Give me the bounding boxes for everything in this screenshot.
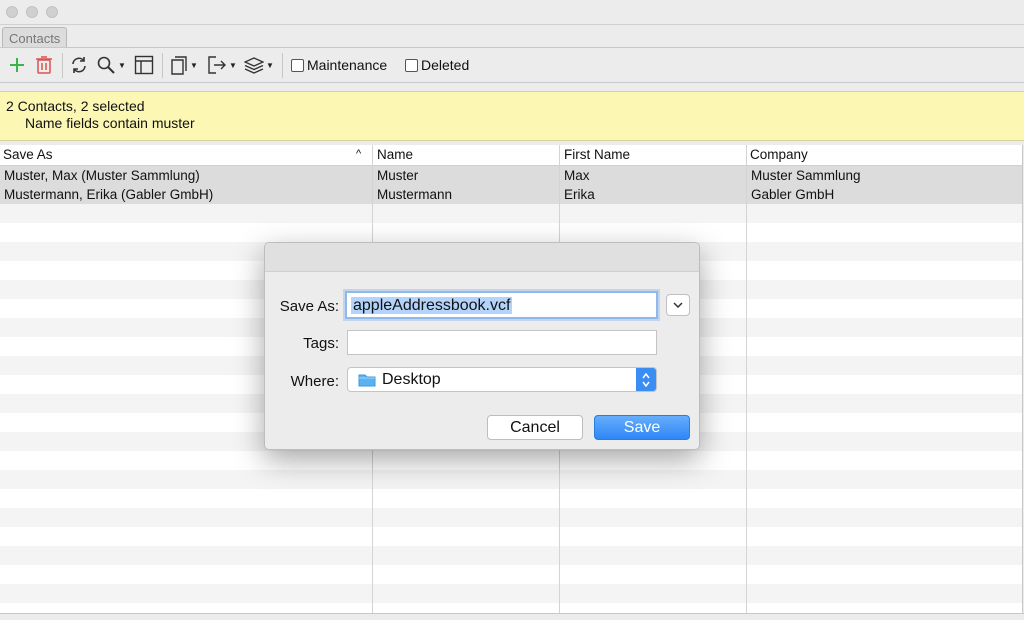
tab-strip: Contacts <box>0 25 1024 48</box>
empty-row <box>0 204 1022 223</box>
delete-contact-button[interactable] <box>35 54 53 76</box>
filename-text: appleAddressbook.vcf <box>351 297 513 314</box>
layout-icon <box>134 55 154 75</box>
expand-dialog-button[interactable] <box>666 294 690 316</box>
add-icon <box>10 58 24 72</box>
chevron-down-icon: ▼ <box>190 60 198 70</box>
selection-summary: 2 Contacts, 2 selected <box>6 98 145 114</box>
refresh-button[interactable] <box>69 54 89 76</box>
export-icon <box>208 56 226 74</box>
filter-description: Name fields contain muster <box>25 115 195 131</box>
filename-input[interactable]: appleAddressbook.vcf <box>345 291 658 319</box>
sort-ascending-icon: ^ <box>356 148 362 160</box>
empty-row <box>0 546 1022 565</box>
close-window-button[interactable] <box>6 6 18 18</box>
table-header: Save As ^ Name First Name Company <box>0 145 1022 166</box>
chevron-down-icon: ▼ <box>118 60 126 70</box>
deleted-label: Deleted <box>421 57 470 73</box>
trash-icon <box>36 56 52 74</box>
up-down-chevron-icon <box>642 372 650 387</box>
search-icon <box>97 56 115 74</box>
where-value: Desktop <box>382 371 441 388</box>
empty-row <box>0 508 1022 527</box>
tab-contacts[interactable]: Contacts <box>2 27 68 48</box>
minimize-window-button[interactable] <box>26 6 38 18</box>
layout-button[interactable] <box>134 54 154 76</box>
cell-name: Muster <box>377 168 419 183</box>
export-menu-button[interactable]: ▼ <box>207 54 237 76</box>
empty-row <box>0 470 1022 489</box>
cell-first-name: Max <box>564 168 590 183</box>
copy-icon <box>171 56 187 75</box>
search-menu-button[interactable]: ▼ <box>96 54 126 76</box>
cell-company: Muster Sammlung <box>751 168 861 183</box>
window-titlebar <box>0 0 1024 25</box>
table-row[interactable]: Muster, Max (Muster Sammlung) Muster Max… <box>0 166 1022 185</box>
deleted-checkbox[interactable]: Deleted <box>405 57 469 73</box>
toolbar: ▼ ▼ ▼ ▼ Maintenance Deleted <box>0 47 1024 83</box>
cancel-button[interactable]: Cancel <box>487 415 583 440</box>
tags-label: Tags: <box>303 335 339 352</box>
table-row[interactable]: Mustermann, Erika (Gabler GmbH) Musterma… <box>0 185 1022 204</box>
maintenance-label: Maintenance <box>307 57 388 73</box>
empty-row <box>0 584 1022 603</box>
dialog-header <box>265 243 699 272</box>
checkbox-box[interactable] <box>291 58 304 72</box>
cell-company: Gabler GmbH <box>751 187 835 202</box>
add-contact-button[interactable] <box>8 54 26 76</box>
cell-save-as: Muster, Max (Muster Sammlung) <box>4 168 200 183</box>
chevron-down-icon: ▼ <box>266 60 274 70</box>
save-button[interactable]: Save <box>594 415 690 440</box>
checkbox-box[interactable] <box>405 58 418 72</box>
cell-save-as: Mustermann, Erika (Gabler GmbH) <box>4 187 214 202</box>
tags-input[interactable] <box>347 330 657 355</box>
copy-menu-button[interactable]: ▼ <box>170 54 198 76</box>
column-header-save-as[interactable]: Save As <box>3 147 53 162</box>
zoom-window-button[interactable] <box>46 6 58 18</box>
save-dialog: Save As: appleAddressbook.vcf Tags: Wher… <box>264 242 700 450</box>
layers-menu-button[interactable]: ▼ <box>244 54 274 76</box>
save-as-label: Save As: <box>279 298 339 315</box>
layers-icon <box>244 57 264 74</box>
folder-icon <box>358 374 376 387</box>
where-label: Where: <box>290 373 339 390</box>
maintenance-checkbox[interactable]: Maintenance <box>291 57 387 73</box>
column-header-name[interactable]: Name <box>377 147 413 162</box>
chevron-down-icon: ▼ <box>229 60 237 70</box>
where-popup[interactable]: Desktop <box>347 367 657 392</box>
chevron-down-icon <box>673 302 683 308</box>
column-header-first-name[interactable]: First Name <box>564 147 630 162</box>
where-stepper[interactable] <box>636 368 656 391</box>
cell-first-name: Erika <box>564 187 595 202</box>
filter-info-bar: 2 Contacts, 2 selected Name fields conta… <box>0 91 1024 141</box>
column-divider[interactable] <box>746 145 747 613</box>
refresh-icon <box>72 57 86 73</box>
cell-name: Mustermann <box>377 187 453 202</box>
column-header-company[interactable]: Company <box>750 147 808 162</box>
